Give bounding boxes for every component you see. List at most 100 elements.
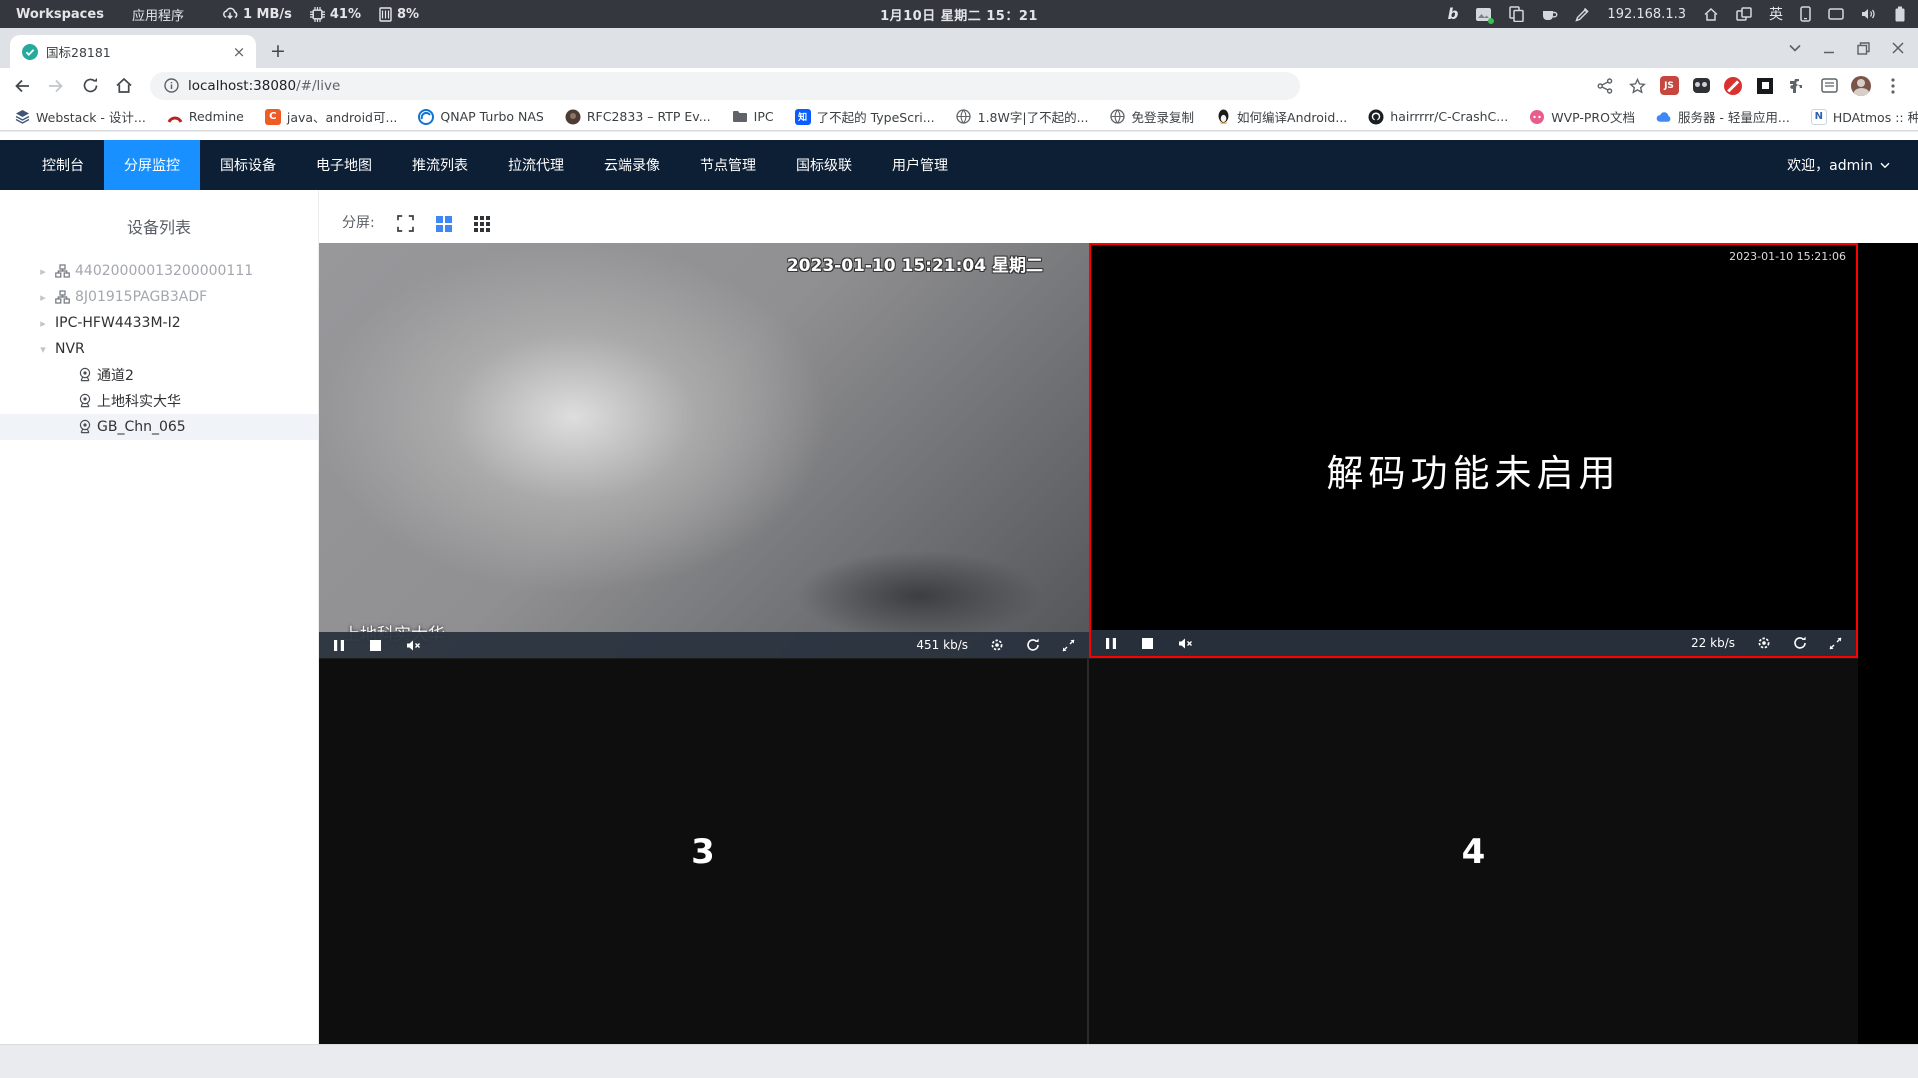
- bookmark-18w[interactable]: 1.8W字|了不起的...: [956, 107, 1089, 126]
- split-nine-button[interactable]: [473, 215, 491, 232]
- reading-list-icon[interactable]: [1818, 75, 1840, 97]
- nav-tab-pull-proxy[interactable]: 拉流代理: [488, 140, 584, 190]
- video-cell-1[interactable]: 2023-01-10 15:21:04 星期二 上地科实大华 451 kb/s: [319, 243, 1089, 658]
- share-icon[interactable]: [1594, 75, 1616, 97]
- chevron-right-icon[interactable]: ▸: [36, 317, 50, 330]
- extension-adblock-icon[interactable]: [1722, 75, 1744, 97]
- tux-icon: [1215, 109, 1231, 125]
- color-picker-tray-icon[interactable]: [1575, 7, 1590, 22]
- clock[interactable]: 1月10日 星期二 15：21: [880, 5, 1038, 24]
- tree-item-platform-2[interactable]: ▸ 8J01915PAGB3ADF: [0, 284, 318, 310]
- tree-item-gb-chn-065[interactable]: GB_Chn_065: [0, 414, 318, 440]
- bookmark-java-android[interactable]: Cjava、android可...: [264, 107, 397, 126]
- bookmark-copy-free[interactable]: 免登录复制: [1110, 107, 1194, 126]
- nav-tab-cloud-record[interactable]: 云端录像: [584, 140, 680, 190]
- workspaces-button[interactable]: Workspaces: [16, 7, 104, 22]
- settings-gear-icon[interactable]: [1757, 636, 1771, 650]
- bookmark-webstack[interactable]: Webstack - 设计...: [14, 107, 146, 126]
- profile-avatar[interactable]: [1850, 75, 1872, 97]
- bookmark-qnap[interactable]: QNAP Turbo NAS: [418, 108, 544, 125]
- cloud-icon: [1656, 109, 1672, 125]
- nav-tab-gb-cascade[interactable]: 国标级联: [776, 140, 872, 190]
- browser-tab[interactable]: 国标28181 ×: [10, 35, 256, 68]
- clipboard-tray-icon[interactable]: [1509, 6, 1525, 22]
- tree-item-ipc[interactable]: ▸ IPC-HFW4433M-I2: [0, 310, 318, 336]
- tree-item-platform-1[interactable]: ▸ 44020000013200000111: [0, 258, 318, 284]
- screenshot-tool-icon[interactable]: [1475, 7, 1495, 24]
- url-text[interactable]: localhost:38080/#/live: [188, 78, 340, 94]
- address-bar[interactable]: localhost:38080/#/live: [150, 71, 1300, 100]
- video-cell-2-selected[interactable]: 2023-01-10 15:21:06 解码功能未启用 22 kb/s: [1089, 243, 1858, 658]
- browser-home-button[interactable]: [110, 72, 138, 100]
- bookmark-ipc-folder[interactable]: IPC: [732, 109, 774, 125]
- sitemap-icon: [55, 290, 70, 304]
- nav-tab-split-monitor[interactable]: 分屏监控: [104, 140, 200, 190]
- battery-tray-icon[interactable]: [1894, 6, 1906, 22]
- caffeine-tray-icon[interactable]: [1541, 7, 1558, 22]
- volume-muted-icon[interactable]: [1178, 637, 1194, 650]
- bookmark-zhihu-typescript[interactable]: 知了不起的 TypeScri...: [794, 107, 935, 126]
- bookmark-hdatmos[interactable]: NHDAtmos :: 种子 *...: [1810, 107, 1918, 126]
- video-cell-4[interactable]: 4: [1089, 658, 1858, 1044]
- tab-search-chevron-icon[interactable]: [1789, 44, 1801, 52]
- applications-menu[interactable]: 应用程序: [132, 5, 184, 24]
- bookmark-redmine[interactable]: Redmine: [167, 109, 244, 125]
- forward-button[interactable]: [42, 72, 70, 100]
- video-cell-3[interactable]: 3: [319, 658, 1089, 1044]
- pause-icon[interactable]: [1105, 637, 1117, 650]
- ip-address[interactable]: 192.168.1.3: [1607, 7, 1686, 22]
- window-restore-button[interactable]: [1857, 41, 1870, 55]
- bookmark-android-compile[interactable]: 如何编译Android...: [1215, 107, 1347, 126]
- user-menu[interactable]: 欢迎，admin: [1787, 140, 1918, 190]
- bookmark-rfc2833[interactable]: RFC2833 – RTP Ev...: [565, 109, 711, 125]
- nav-tab-e-map[interactable]: 电子地图: [296, 140, 392, 190]
- site-info-icon[interactable]: [164, 78, 179, 93]
- tree-item-channel2[interactable]: 通道2: [0, 362, 318, 388]
- nav-tab-push-list[interactable]: 推流列表: [392, 140, 488, 190]
- extension-onetab-icon[interactable]: [1754, 75, 1776, 97]
- stop-icon[interactable]: [370, 639, 381, 651]
- browser-menu-kebab-icon[interactable]: [1882, 75, 1904, 97]
- input-method-indicator[interactable]: 英: [1769, 4, 1783, 24]
- tree-item-nvr[interactable]: ▾ NVR: [0, 336, 318, 362]
- nav-tab-console[interactable]: 控制台: [22, 140, 104, 190]
- globe-icon: [956, 109, 972, 125]
- tree-item-shangdi-dahua[interactable]: 上地科实大华: [0, 388, 318, 414]
- refresh-icon[interactable]: [1026, 638, 1040, 652]
- split-quad-button[interactable]: [435, 216, 452, 232]
- tab-close-icon[interactable]: ×: [230, 43, 248, 61]
- fullscreen-expand-icon[interactable]: [1829, 637, 1842, 650]
- bookmark-github-crash[interactable]: hairrrrr/C-CrashC...: [1368, 109, 1508, 125]
- stop-icon[interactable]: [1142, 637, 1153, 649]
- window-minimize-button[interactable]: [1823, 42, 1835, 54]
- phone-tray-icon[interactable]: [1800, 6, 1811, 22]
- new-tab-button[interactable]: +: [264, 37, 292, 65]
- window-close-button[interactable]: [1892, 42, 1904, 54]
- reload-button[interactable]: [76, 72, 104, 100]
- chevron-down-icon[interactable]: ▾: [36, 343, 50, 356]
- workspaces-overview-icon[interactable]: [1736, 6, 1752, 22]
- pause-icon[interactable]: [333, 639, 345, 652]
- nav-tab-gb-devices[interactable]: 国标设备: [200, 140, 296, 190]
- bookmark-lighthouse-server[interactable]: 服务器 - 轻量应用...: [1656, 107, 1790, 126]
- github-icon: [1368, 109, 1384, 125]
- home-tray-icon[interactable]: [1703, 7, 1719, 22]
- bing-tray-icon[interactable]: b: [1448, 5, 1459, 23]
- volume-tray-icon[interactable]: [1861, 7, 1877, 21]
- nav-tab-node-manage[interactable]: 节点管理: [680, 140, 776, 190]
- refresh-icon[interactable]: [1793, 636, 1807, 650]
- extensions-puzzle-icon[interactable]: [1786, 75, 1808, 97]
- extension-mask-icon[interactable]: [1690, 75, 1712, 97]
- fullscreen-expand-icon[interactable]: [1062, 639, 1075, 652]
- back-button[interactable]: [8, 72, 36, 100]
- display-tray-icon[interactable]: [1828, 7, 1844, 21]
- nav-tab-user-manage[interactable]: 用户管理: [872, 140, 968, 190]
- bookmark-wvp-docs[interactable]: WVP-PRO文档: [1529, 107, 1635, 126]
- chevron-right-icon[interactable]: ▸: [36, 291, 50, 304]
- split-single-button[interactable]: [396, 215, 414, 232]
- settings-gear-icon[interactable]: [990, 638, 1004, 652]
- bookmark-star-icon[interactable]: [1626, 75, 1648, 97]
- chevron-right-icon[interactable]: ▸: [36, 265, 50, 278]
- extension-js-icon[interactable]: JS: [1658, 75, 1680, 97]
- volume-muted-icon[interactable]: [406, 639, 422, 652]
